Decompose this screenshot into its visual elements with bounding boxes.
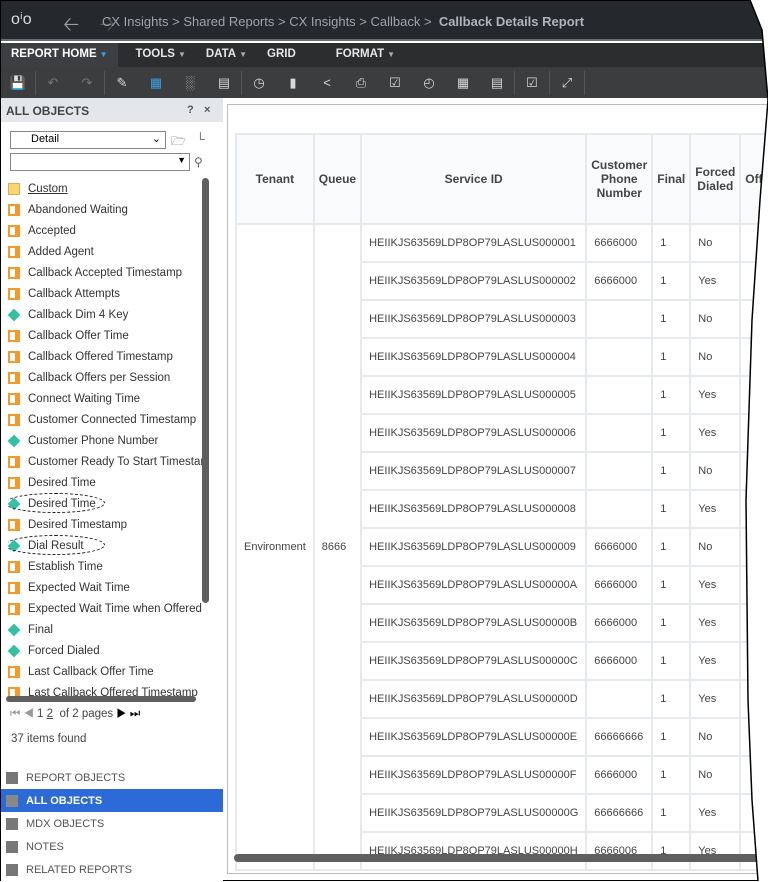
torn-edge xyxy=(745,0,768,881)
